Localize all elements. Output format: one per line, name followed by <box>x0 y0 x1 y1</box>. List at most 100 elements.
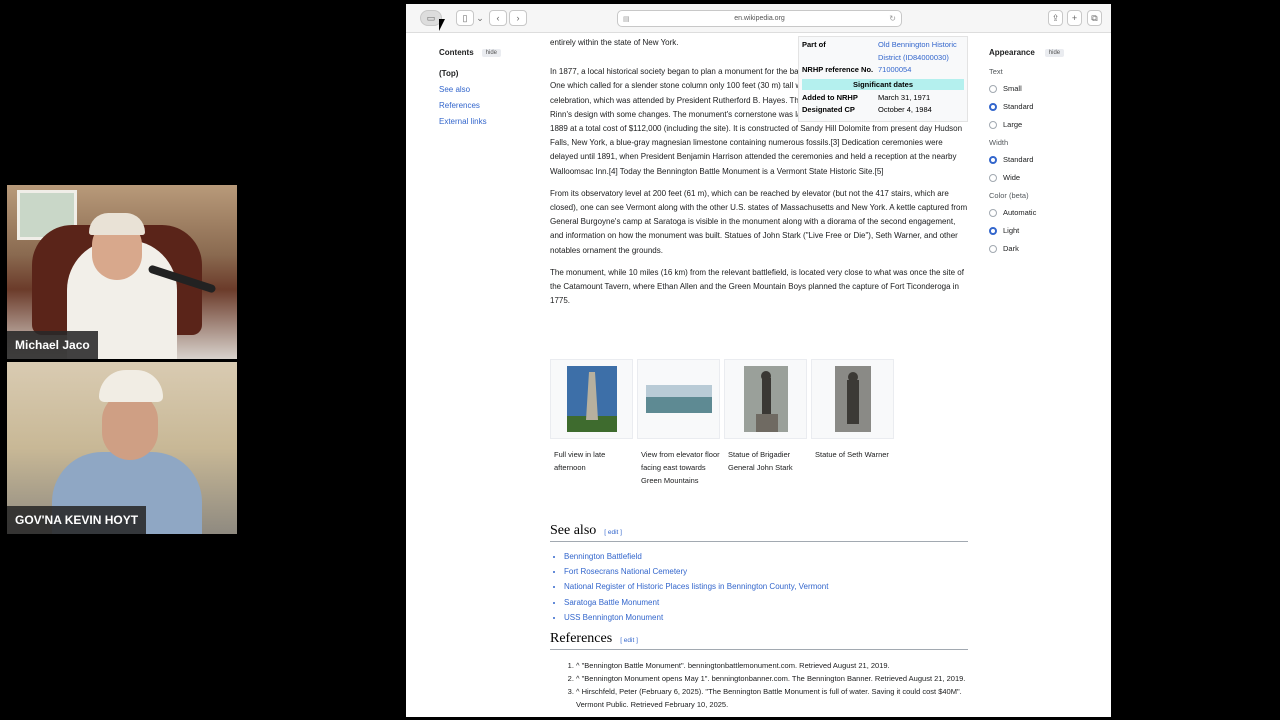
infobox-value: October 4, 1984 <box>878 105 932 114</box>
monument-image <box>566 366 617 432</box>
share-icon[interactable]: ⇪ <box>1048 10 1063 26</box>
option-label: Small <box>1003 84 1022 93</box>
image-gallery: Full view in late afternoon View from el… <box>550 359 894 487</box>
article-paragraph: entirely within the state of New York. <box>550 38 679 47</box>
article-paragraph: From its observatory level at 200 feet (… <box>550 188 968 255</box>
toc-item-top[interactable]: (Top) <box>439 69 539 78</box>
toc-title: Contents <box>439 48 474 57</box>
edit-link[interactable]: [ edit ] <box>620 637 638 644</box>
page-icon: ▤ <box>623 15 630 23</box>
infobox-key: Added to NRHP <box>802 92 858 102</box>
sidebar-toggle-icon[interactable]: ▯ <box>456 10 474 26</box>
appearance-hide-button[interactable]: hide <box>1044 48 1065 57</box>
gallery-caption: View from elevator floor facing east tow… <box>641 450 720 485</box>
participant-cap <box>99 370 163 402</box>
references-section: References [ edit ] ^ "Bennington Battle … <box>550 631 968 711</box>
option-label: Dark <box>1003 244 1019 253</box>
article-paragraph: The monument, while 10 miles (16 km) fro… <box>550 267 964 306</box>
gallery-caption: Statue of Seth Warner <box>815 450 889 459</box>
radio-icon[interactable] <box>989 84 997 93</box>
toc-item-references[interactable]: References <box>439 101 539 110</box>
color-dark[interactable]: Dark <box>989 244 1099 253</box>
infobox-link[interactable]: 71000054 <box>878 64 911 77</box>
option-label: Standard <box>1003 155 1034 164</box>
list-item[interactable]: Saratoga Battle Monument <box>564 595 968 610</box>
option-label: Standard <box>1003 102 1034 111</box>
radio-selected-icon[interactable] <box>989 102 997 111</box>
gallery-image-monument[interactable] <box>550 359 633 439</box>
appearance-title: Appearance <box>989 48 1035 57</box>
color-light[interactable]: Light <box>989 226 1099 235</box>
color-automatic[interactable]: Automatic <box>989 208 1099 217</box>
video-tile-kevin[interactable]: GOV'NA KEVIN HOYT <box>7 362 237 534</box>
forward-icon[interactable]: › <box>509 10 527 26</box>
text-size-large[interactable]: Large <box>989 120 1099 129</box>
radio-selected-icon[interactable] <box>989 155 997 164</box>
gallery-image-stark[interactable] <box>724 359 807 439</box>
option-label: Light <box>1003 226 1020 235</box>
gallery-image-view[interactable] <box>637 359 720 439</box>
option-label: Wide <box>1003 173 1021 182</box>
infobox-link[interactable]: Old Bennington Historic District (ID8400… <box>878 39 964 64</box>
option-label: Large <box>1003 120 1023 129</box>
gallery-item: Statue of Seth Warner <box>811 359 894 487</box>
list-item[interactable]: National Register of Historic Places lis… <box>564 579 968 594</box>
url-text: en.wikipedia.org <box>734 15 785 22</box>
reference-item[interactable]: ^ "Bennington Monument opens May 1". ben… <box>576 672 968 685</box>
gallery-item: View from elevator floor facing east tow… <box>637 359 720 487</box>
gallery-image-warner[interactable] <box>811 359 894 439</box>
infobox-key: NRHP reference No. <box>802 65 874 74</box>
section-heading: See also <box>550 523 597 538</box>
address-bar[interactable]: ▤ en.wikipedia.org ↻ <box>617 10 902 27</box>
text-size-standard[interactable]: Standard <box>989 102 1099 111</box>
participant-cap <box>89 213 145 235</box>
back-icon[interactable]: ‹ <box>489 10 507 26</box>
table-of-contents: Contents hide (Top) See also References E… <box>439 48 539 133</box>
toc-hide-button[interactable]: hide <box>481 48 502 57</box>
statue-image <box>743 366 788 432</box>
infobox-key: Part of <box>802 40 826 49</box>
tabs-icon[interactable]: ⧉ <box>1087 10 1102 26</box>
gallery-item: Full view in late afternoon <box>550 359 633 487</box>
width-wide[interactable]: Wide <box>989 173 1099 182</box>
section-heading: References <box>550 631 613 646</box>
video-tile-michael[interactable]: Michael Jaco <box>7 185 237 359</box>
radio-selected-icon[interactable] <box>989 226 997 235</box>
participant-head <box>102 392 158 460</box>
see-also-section: See also[ edit ] Bennington Battlefield … <box>550 523 968 625</box>
reload-icon[interactable]: ↻ <box>889 14 896 23</box>
new-tab-icon[interactable]: + <box>1067 10 1082 26</box>
gallery-item: Statue of Brigadier General John Stark <box>724 359 807 487</box>
gallery-caption: Full view in late afternoon <box>554 450 606 472</box>
text-size-small[interactable]: Small <box>989 84 1099 93</box>
radio-icon[interactable] <box>989 208 997 217</box>
list-item[interactable]: Fort Rosecrans National Cemetery <box>564 564 968 579</box>
reference-item[interactable]: ^ "Bennington Battle Monument". benningt… <box>576 659 968 672</box>
chevron-down-icon[interactable]: ⌄ <box>475 10 485 26</box>
radio-icon[interactable] <box>989 173 997 182</box>
list-item[interactable]: USS Bennington Monument <box>564 610 968 625</box>
toc-item-external-links[interactable]: External links <box>439 117 539 126</box>
width-standard[interactable]: Standard <box>989 155 1099 164</box>
browser-toolbar: ▭ ▯ ⌄ ‹ › ▤ en.wikipedia.org ↻ ⇪ + ⧉ <box>406 4 1111 33</box>
participant-name: GOV'NA KEVIN HOYT <box>7 506 147 534</box>
participant-name: Michael Jaco <box>7 331 98 359</box>
statue-image <box>834 366 871 432</box>
text-size-label: Text <box>989 67 1003 76</box>
appearance-panel: Appearance hide Text Small Standard Large… <box>989 48 1099 262</box>
edit-link[interactable]: [ edit ] <box>604 529 622 536</box>
radio-icon[interactable] <box>989 244 997 253</box>
toc-item-see-also[interactable]: See also <box>439 85 539 94</box>
browser-window: ▭ ▯ ⌄ ‹ › ▤ en.wikipedia.org ↻ ⇪ + ⧉ Con… <box>406 4 1111 717</box>
radio-icon[interactable] <box>989 120 997 129</box>
color-label: Color (beta) <box>989 191 1029 200</box>
width-label: Width <box>989 138 1009 147</box>
infobox: Part of Old Bennington Historic District … <box>798 36 968 122</box>
gallery-caption: Statue of Brigadier General John Stark <box>728 450 793 472</box>
mouse-cursor-icon <box>439 19 445 31</box>
significant-dates-header: Significant dates <box>802 78 964 90</box>
reference-item[interactable]: ^ Hirschfeld, Peter (February 6, 2025). … <box>576 685 968 711</box>
landscape-image <box>645 385 712 413</box>
infobox-key: Designated CP <box>802 105 855 114</box>
list-item[interactable]: Bennington Battlefield <box>564 549 968 564</box>
